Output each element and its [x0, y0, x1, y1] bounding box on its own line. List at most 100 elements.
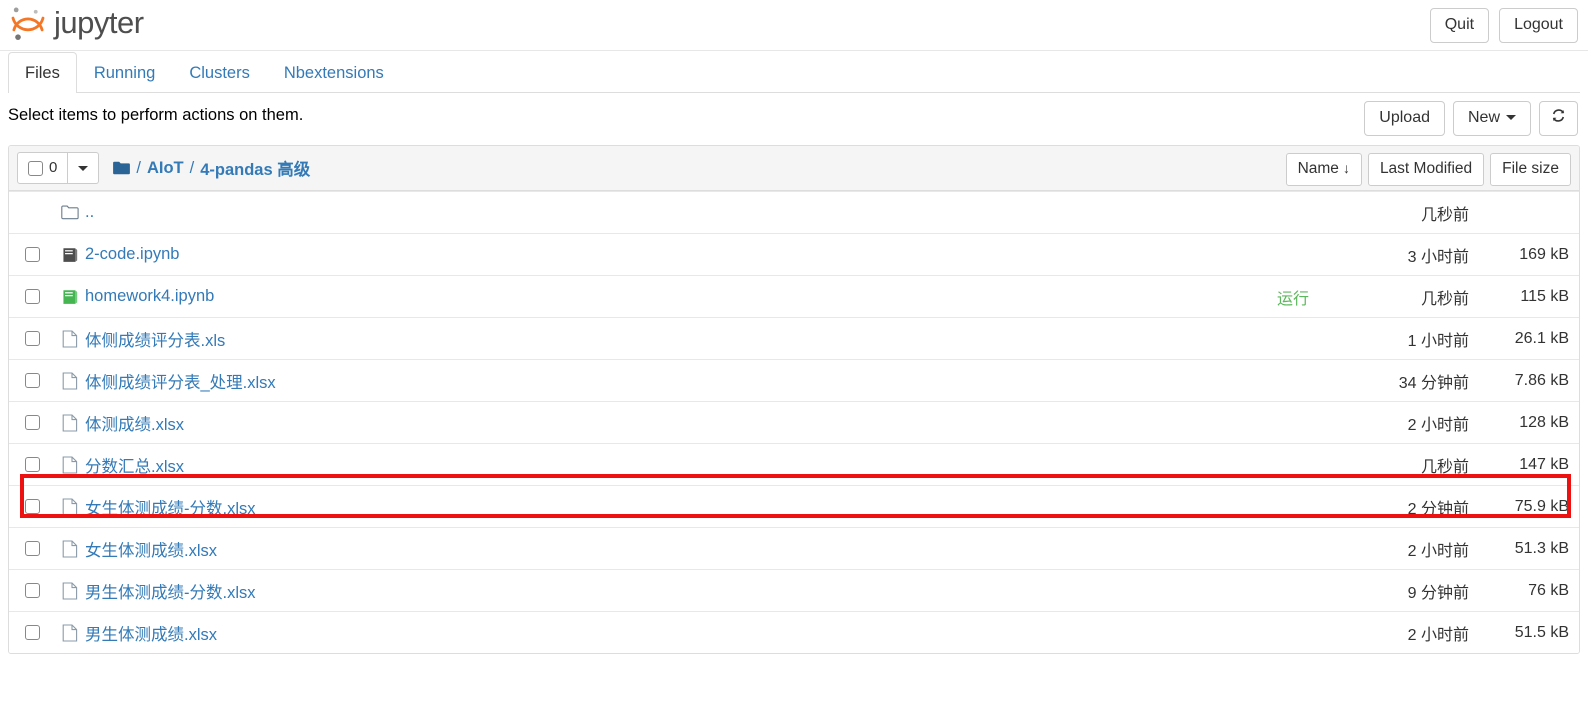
- row-checkbox-cell[interactable]: [9, 457, 55, 472]
- notebook-running-icon: [55, 289, 85, 305]
- table-row[interactable]: 体测成绩.xlsx 2 小时前 128 kB: [9, 401, 1579, 443]
- breadcrumb: / AIoT / 4-pandas 高级: [113, 156, 310, 180]
- brand-name: jupyter: [54, 5, 144, 40]
- folder-icon[interactable]: [113, 161, 131, 175]
- file-modified: 2 小时前: [1407, 626, 1469, 644]
- checkbox-icon[interactable]: [24, 583, 40, 598]
- file-size: 147 kB: [1519, 455, 1569, 473]
- checkbox-icon[interactable]: [24, 541, 40, 556]
- quit-button[interactable]: Quit: [1429, 8, 1490, 43]
- chevron-down-icon: [1506, 115, 1516, 121]
- file-modified: 2 小时前: [1407, 542, 1469, 560]
- file-name-link[interactable]: 分数汇总.xlsx: [85, 453, 1309, 477]
- breadcrumb-item-current[interactable]: 4-pandas 高级: [200, 156, 310, 180]
- file-size: 115 kB: [1520, 287, 1569, 305]
- row-checkbox-cell[interactable]: [9, 499, 55, 514]
- row-checkbox-cell[interactable]: [9, 331, 55, 346]
- logout-button[interactable]: Logout: [1499, 8, 1578, 43]
- checkbox-icon[interactable]: [24, 415, 40, 430]
- file-name-link[interactable]: 男生体测成绩-分数.xlsx: [85, 579, 1309, 603]
- checkbox-icon[interactable]: [24, 457, 40, 472]
- jupyter-notebook-dashboard: jupyter Quit Logout Files Running Cluste…: [0, 0, 1588, 705]
- folder-outline-icon: [55, 205, 85, 220]
- page-header: jupyter Quit Logout: [0, 0, 1588, 51]
- row-checkbox-cell[interactable]: [9, 247, 55, 262]
- file-size: 51.3 kB: [1514, 539, 1569, 557]
- file-name-link[interactable]: 女生体测成绩.xlsx: [85, 537, 1309, 561]
- refresh-icon: [1552, 109, 1565, 122]
- file-icon: [55, 455, 85, 474]
- file-name-link[interactable]: 女生体测成绩-分数.xlsx: [85, 495, 1309, 519]
- file-name-link[interactable]: 男生体测成绩.xlsx: [85, 621, 1309, 645]
- tab-nbextensions[interactable]: Nbextensions: [267, 52, 401, 93]
- table-row[interactable]: 男生体测成绩-分数.xlsx 9 分钟前 76 kB: [9, 569, 1579, 611]
- select-dropdown-button[interactable]: [68, 152, 100, 184]
- checkbox-icon[interactable]: [24, 373, 40, 388]
- table-row[interactable]: 女生体测成绩.xlsx 2 小时前 51.3 kB: [9, 527, 1579, 569]
- row-checkbox-cell[interactable]: [9, 625, 55, 640]
- file-name-link[interactable]: ..: [85, 203, 1309, 222]
- selection-hint: Select items to perform actions on them.: [8, 106, 304, 124]
- checkbox-icon[interactable]: [28, 160, 43, 176]
- upload-button[interactable]: Upload: [1364, 101, 1445, 136]
- tab-clusters[interactable]: Clusters: [172, 52, 267, 93]
- action-row: Select items to perform actions on them.…: [0, 93, 1588, 145]
- breadcrumb-item-aiot[interactable]: AIoT: [147, 159, 184, 178]
- row-checkbox-cell[interactable]: [9, 373, 55, 388]
- checkbox-icon[interactable]: [24, 247, 40, 262]
- main-tab-bar: Files Running Clusters Nbextensions: [0, 51, 1588, 93]
- notebook-icon: [55, 247, 85, 263]
- file-size: 128 kB: [1519, 413, 1569, 431]
- sort-by-size-button[interactable]: File size: [1490, 153, 1571, 186]
- checkbox-icon[interactable]: [24, 289, 40, 304]
- table-row[interactable]: 男生体测成绩.xlsx 2 小时前 51.5 kB: [9, 611, 1579, 653]
- row-checkbox-cell[interactable]: [9, 289, 55, 304]
- file-name-link[interactable]: 体侧成绩评分表.xls: [85, 327, 1309, 351]
- tab-running[interactable]: Running: [77, 52, 172, 93]
- file-name-link[interactable]: 2-code.ipynb: [85, 245, 1309, 264]
- table-row[interactable]: 女生体测成绩-分数.xlsx 2 分钟前 75.9 kB: [9, 485, 1579, 527]
- file-size: 51.5 kB: [1514, 623, 1569, 641]
- header-button-group: Quit Logout: [1429, 8, 1578, 43]
- sort-button-group: Name ↓ Last Modified File size: [1285, 153, 1571, 186]
- row-checkbox-cell[interactable]: [9, 583, 55, 598]
- file-size: 26.1 kB: [1514, 329, 1569, 347]
- refresh-button[interactable]: [1539, 101, 1578, 136]
- file-modified: 9 分钟前: [1407, 584, 1469, 602]
- file-name-link[interactable]: 体测成绩.xlsx: [85, 411, 1309, 435]
- new-button[interactable]: New: [1452, 101, 1531, 136]
- table-row[interactable]: 2-code.ipynb 3 小时前 169 kB: [9, 233, 1579, 275]
- file-name-link[interactable]: homework4.ipynb: [85, 287, 1277, 306]
- file-modified: 2 小时前: [1407, 416, 1469, 434]
- file-size: 76 kB: [1528, 581, 1569, 599]
- table-row[interactable]: .. 几秒前: [9, 191, 1579, 233]
- jupyter-logo[interactable]: jupyter: [8, 4, 144, 44]
- file-icon: [55, 413, 85, 432]
- file-icon: [55, 371, 85, 390]
- select-all-checkbox-button[interactable]: 0: [17, 152, 69, 184]
- table-row-highlighted[interactable]: 分数汇总.xlsx 几秒前 147 kB: [9, 443, 1579, 485]
- sort-by-modified-button[interactable]: Last Modified: [1367, 153, 1485, 186]
- new-button-label: New: [1467, 109, 1500, 126]
- table-row[interactable]: 体侧成绩评分表.xls 1 小时前 26.1 kB: [9, 317, 1579, 359]
- file-modified: 几秒前: [1420, 290, 1469, 308]
- file-size: 75.9 kB: [1514, 497, 1569, 515]
- checkbox-icon[interactable]: [24, 499, 40, 514]
- table-row[interactable]: 体侧成绩评分表_处理.xlsx 34 分钟前 7.86 kB: [9, 359, 1579, 401]
- table-row[interactable]: homework4.ipynb 运行 几秒前 115 kB: [9, 275, 1579, 317]
- selected-count: 0: [49, 159, 58, 177]
- file-modified: 1 小时前: [1407, 332, 1469, 350]
- file-icon: [55, 329, 85, 348]
- checkbox-icon[interactable]: [24, 331, 40, 346]
- file-icon: [55, 581, 85, 600]
- checkbox-icon[interactable]: [24, 625, 40, 640]
- row-checkbox-cell[interactable]: [9, 541, 55, 556]
- tab-files[interactable]: Files: [8, 51, 77, 93]
- file-icon: [55, 497, 85, 516]
- row-checkbox-cell[interactable]: [9, 415, 55, 430]
- action-button-group: Upload New: [1364, 101, 1578, 136]
- sort-by-name-button[interactable]: Name ↓: [1285, 153, 1362, 186]
- file-modified: 几秒前: [1420, 206, 1469, 224]
- file-modified: 2 分钟前: [1407, 500, 1469, 518]
- file-name-link[interactable]: 体侧成绩评分表_处理.xlsx: [85, 369, 1309, 393]
